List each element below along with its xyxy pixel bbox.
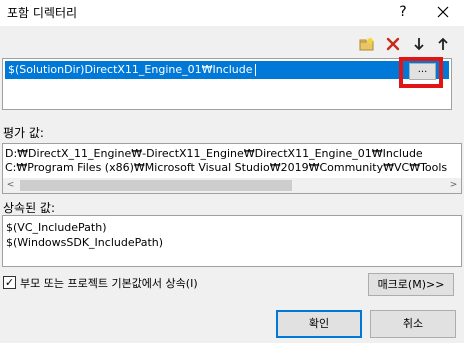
horizontal-scrollbar[interactable]: < > xyxy=(3,178,461,193)
close-icon xyxy=(437,6,449,18)
move-up-button[interactable] xyxy=(433,35,453,53)
cancel-button[interactable]: 취소 xyxy=(370,310,456,338)
new-line-button[interactable] xyxy=(357,35,377,53)
help-button[interactable]: ? xyxy=(395,2,411,22)
directory-list-item-selected[interactable]: $(SolutionDir)DirectX11_Engine_01₩Includ… xyxy=(5,61,449,79)
directory-entry-text[interactable]: $(SolutionDir)DirectX11_Engine_01₩Includ… xyxy=(8,63,253,76)
inherited-values-label: 상속된 값: xyxy=(3,201,56,215)
move-down-button[interactable] xyxy=(409,35,429,53)
ok-button[interactable]: 확인 xyxy=(276,310,362,338)
inherit-checkbox-label[interactable]: 부모 또는 프로젝트 기본값에서 상속(I) xyxy=(20,275,198,291)
inherited-values-box: $(VC_IncludePath) $(WindowsSDK_IncludePa… xyxy=(2,215,462,267)
directory-list[interactable]: $(SolutionDir)DirectX11_Engine_01₩Includ… xyxy=(2,58,452,110)
scroll-left-arrow[interactable]: < xyxy=(3,178,18,193)
inherited-line: $(WindowsSDK_IncludePath) xyxy=(6,236,164,249)
evaluated-value-box: D:₩DirectX_11_Engine₩-DirectX11_Engine₩D… xyxy=(2,143,462,194)
macro-button[interactable]: 매크로(M)>> xyxy=(368,273,454,296)
browse-button[interactable]: ... xyxy=(409,63,436,80)
text-caret xyxy=(254,64,256,76)
scroll-thumb[interactable] xyxy=(20,180,292,191)
arrow-up-icon xyxy=(438,37,448,50)
evaluated-value-label: 평가 값: xyxy=(3,126,44,140)
arrow-down-icon xyxy=(414,38,424,51)
inherited-line: $(VC_IncludePath) xyxy=(6,221,107,234)
dialog-title: 포함 디렉터리 xyxy=(7,6,78,20)
evaluated-line: D:₩DirectX_11_Engine₩-DirectX11_Engine₩D… xyxy=(5,147,423,160)
delete-icon xyxy=(386,37,400,51)
scroll-right-arrow[interactable]: > xyxy=(446,178,461,193)
folder-new-icon xyxy=(359,37,374,51)
evaluated-line: C:₩Program Files (x86)₩Microsoft Visual … xyxy=(5,161,448,174)
include-directories-dialog: 포함 디렉터리 ? $(SolutionDir)DirectX11_Engine… xyxy=(0,0,464,343)
close-button[interactable] xyxy=(433,2,453,22)
title-bar: 포함 디렉터리 ? xyxy=(0,0,464,26)
delete-line-button[interactable] xyxy=(383,35,403,53)
inherit-checkbox[interactable]: ✓ xyxy=(3,276,16,289)
